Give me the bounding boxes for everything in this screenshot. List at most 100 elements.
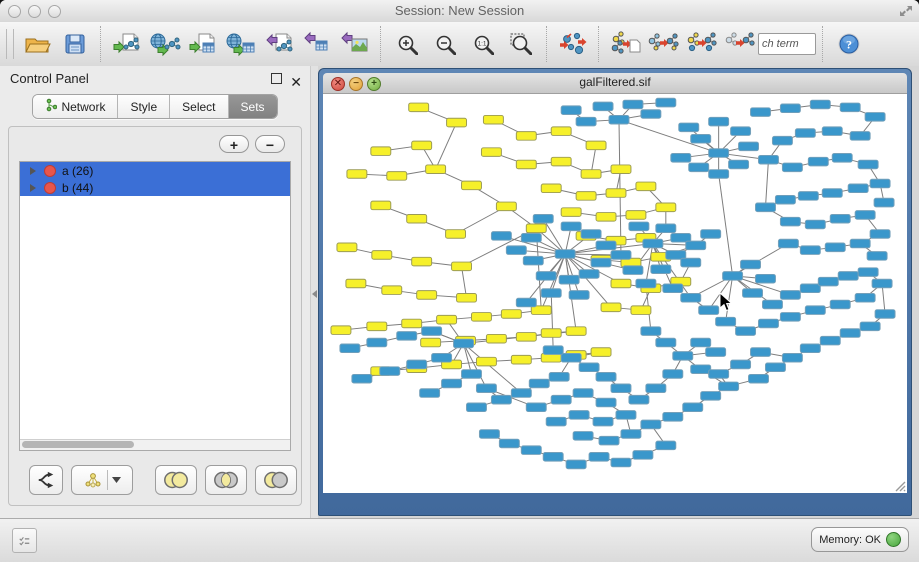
graph-node[interactable] — [872, 279, 892, 288]
scrollbar-thumb[interactable] — [22, 441, 134, 448]
graph-node-set-member[interactable] — [331, 326, 351, 335]
graph-node[interactable] — [643, 239, 663, 248]
graph-node[interactable] — [855, 294, 875, 303]
expander-icon[interactable] — [30, 184, 36, 192]
graph-node[interactable] — [546, 417, 566, 426]
graph-node[interactable] — [671, 154, 691, 163]
add-set-button[interactable]: + — [219, 135, 249, 153]
graph-node-set-member[interactable] — [457, 294, 477, 303]
graph-node[interactable] — [798, 192, 818, 201]
graph-node[interactable] — [656, 224, 676, 233]
memory-status-button[interactable]: Memory: OK — [811, 527, 909, 552]
graph-node-set-member[interactable] — [501, 310, 521, 319]
graph-node[interactable] — [641, 110, 661, 119]
graph-node[interactable] — [701, 230, 721, 239]
network-graph[interactable] — [323, 94, 907, 493]
graph-node[interactable] — [673, 352, 693, 361]
create-set-dropdown-button[interactable] — [71, 465, 133, 495]
intersect-sets-button[interactable] — [205, 465, 247, 495]
tab-style[interactable]: Style — [118, 95, 170, 118]
graph-node-set-member[interactable] — [581, 170, 601, 179]
graph-node[interactable] — [569, 411, 589, 420]
graph-node[interactable] — [633, 451, 653, 460]
graph-node-set-member[interactable] — [496, 202, 516, 211]
graph-node-set-member[interactable] — [337, 243, 357, 252]
graph-node[interactable] — [683, 403, 703, 412]
tab-network[interactable]: Network — [33, 95, 118, 118]
search-input[interactable] — [758, 33, 816, 55]
apply-layout-button[interactable] — [554, 26, 592, 62]
graph-edge[interactable] — [646, 244, 653, 284]
sets-list[interactable]: a (26) b (44) — [19, 161, 291, 451]
graph-node[interactable] — [422, 327, 442, 336]
graph-node-set-member[interactable] — [526, 224, 546, 233]
graph-node[interactable] — [850, 132, 870, 141]
graph-node[interactable] — [367, 338, 387, 347]
graph-node[interactable] — [641, 420, 661, 429]
graph-edge[interactable] — [436, 123, 457, 170]
graph-node[interactable] — [800, 246, 820, 255]
graph-node[interactable] — [656, 98, 676, 107]
graph-node[interactable] — [716, 317, 736, 326]
graph-node-set-member[interactable] — [409, 103, 429, 112]
graph-node[interactable] — [529, 379, 549, 388]
graph-node[interactable] — [723, 272, 743, 281]
graph-node[interactable] — [616, 411, 636, 420]
graph-node[interactable] — [621, 430, 641, 439]
graph-node[interactable] — [611, 458, 631, 467]
graph-node[interactable] — [476, 384, 496, 393]
graph-node[interactable] — [772, 136, 792, 145]
graph-node[interactable] — [491, 395, 511, 404]
network-frame-titlebar[interactable]: ✕ − + galFiltered.sif — [323, 73, 907, 94]
graph-node[interactable] — [442, 379, 462, 388]
split-sets-button[interactable] — [29, 465, 63, 495]
graph-node[interactable] — [589, 453, 609, 462]
graph-node[interactable] — [743, 289, 763, 298]
graph-node-set-member[interactable] — [483, 115, 503, 124]
save-session-button[interactable] — [56, 26, 94, 62]
graph-node[interactable] — [526, 403, 546, 412]
graph-node[interactable] — [663, 413, 683, 422]
graph-node[interactable] — [641, 327, 661, 336]
graph-node-set-member[interactable] — [551, 157, 571, 166]
graph-node[interactable] — [782, 163, 802, 172]
graph-node[interactable] — [656, 441, 676, 450]
graph-node[interactable] — [850, 239, 870, 248]
export-table-button[interactable] — [298, 26, 336, 62]
graph-node[interactable] — [656, 338, 676, 347]
tab-sets[interactable]: Sets — [229, 95, 277, 118]
graph-node[interactable] — [686, 241, 706, 250]
graph-node-set-member[interactable] — [636, 182, 656, 191]
graph-node-set-member[interactable] — [367, 322, 387, 331]
graph-node-set-member[interactable] — [551, 127, 571, 136]
set-list-item[interactable]: a (26) — [20, 162, 290, 179]
expander-icon[interactable] — [30, 167, 36, 175]
open-file-button[interactable] — [18, 26, 56, 62]
graph-node[interactable] — [701, 392, 721, 401]
graph-node[interactable] — [573, 389, 593, 398]
graph-node[interactable] — [756, 274, 776, 283]
graph-node[interactable] — [822, 127, 842, 136]
graph-node[interactable] — [818, 277, 838, 286]
graph-node[interactable] — [596, 373, 616, 382]
graph-node[interactable] — [581, 230, 601, 239]
graph-node[interactable] — [709, 117, 729, 126]
graph-node[interactable] — [751, 108, 771, 117]
graph-node-set-member[interactable] — [346, 279, 366, 288]
graph-node-set-member[interactable] — [372, 251, 392, 260]
graph-node[interactable] — [611, 251, 631, 260]
graph-node[interactable] — [380, 367, 400, 376]
float-panel-icon[interactable] — [271, 73, 282, 84]
graph-node[interactable] — [611, 384, 631, 393]
hide-selected-button[interactable] — [720, 26, 758, 62]
graph-node[interactable] — [593, 102, 613, 111]
graph-node[interactable] — [596, 398, 616, 407]
graph-node[interactable] — [729, 160, 749, 169]
graph-node[interactable] — [559, 275, 579, 284]
graph-node[interactable] — [420, 389, 440, 398]
zoom-out-button[interactable] — [426, 26, 464, 62]
graph-node-set-member[interactable] — [611, 279, 631, 288]
graph-node-set-member[interactable] — [447, 118, 467, 127]
set-list-item[interactable]: b (44) — [20, 179, 290, 196]
graph-node[interactable] — [511, 389, 531, 398]
